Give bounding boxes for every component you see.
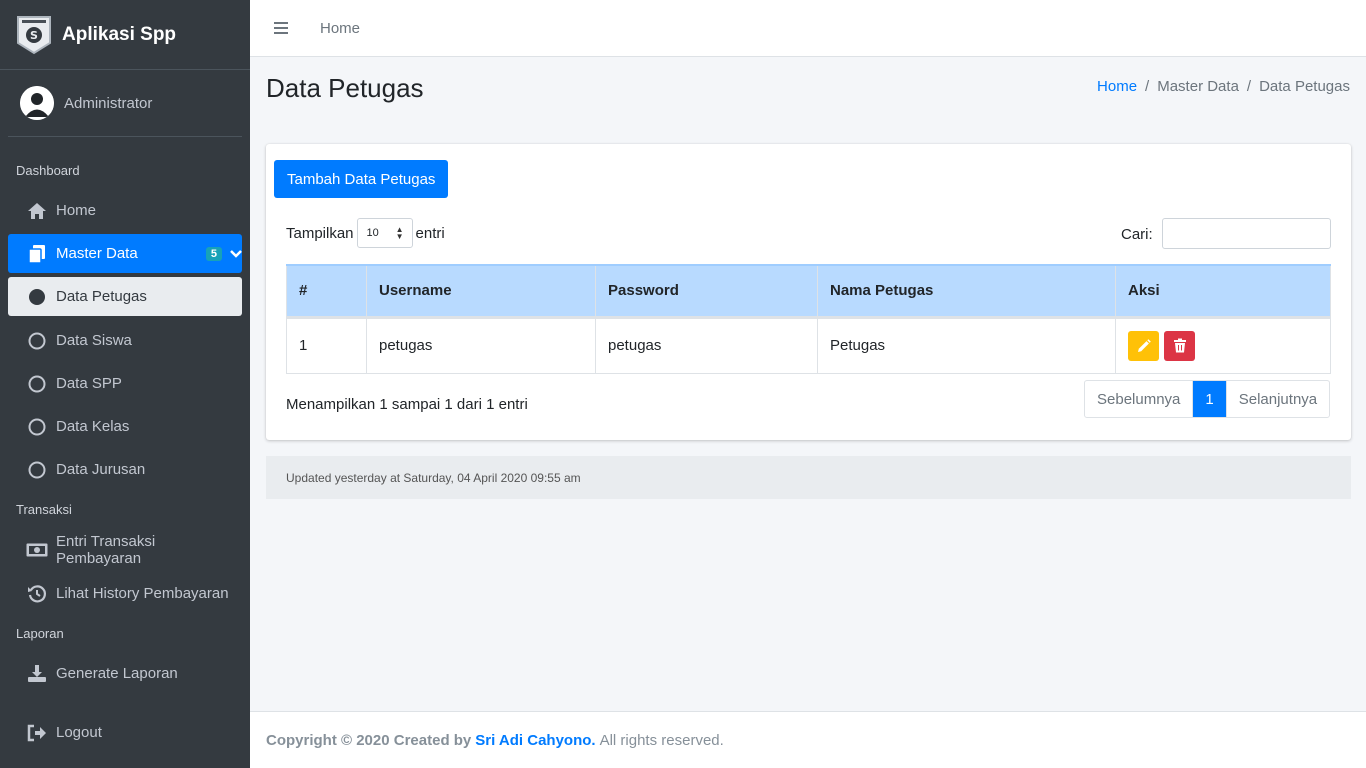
brand[interactable]: S Aplikasi Spp	[0, 0, 250, 70]
shield-logo-icon: S	[16, 15, 52, 55]
column-header-number[interactable]: #	[286, 264, 367, 319]
circle-icon	[26, 374, 48, 394]
sidebar-item-label: Data Kelas	[56, 418, 130, 435]
cell-aksi	[1115, 316, 1331, 374]
sidebar-item-generate-laporan[interactable]: Generate Laporan	[8, 654, 242, 693]
breadcrumb-separator: /	[1145, 78, 1150, 95]
history-icon	[26, 584, 48, 604]
entries-select[interactable]: 10 ▲ ▼	[356, 218, 413, 248]
column-header-nama-petugas[interactable]: Nama Petugas	[817, 264, 1116, 319]
column-header-username[interactable]: Username	[366, 264, 596, 319]
sidebar-item-label: Data Petugas	[56, 288, 147, 305]
sidebar-item-data-petugas[interactable]: Data Petugas	[8, 277, 242, 316]
circle-icon	[26, 417, 48, 437]
top-navbar: Home	[250, 0, 1366, 57]
table-header-row: # Username Password Nama Petugas Aksi	[286, 264, 1331, 319]
breadcrumb-separator: /	[1246, 78, 1252, 95]
filled-circle-icon	[26, 287, 48, 307]
breadcrumb: Home / Master Data / Data Petugas	[1097, 78, 1350, 95]
page-footer: Copyright © 2020 Created by Sri Adi Cahy…	[250, 711, 1366, 768]
sidebar-item-label: Master Data	[56, 245, 138, 262]
nav-header-transaksi: Transaksi	[16, 502, 72, 517]
sidebar-item-label: Data SPP	[56, 375, 122, 392]
footer-author-link[interactable]: Sri Adi Cahyono.	[475, 732, 595, 749]
sidebar-item-lihat-history[interactable]: Lihat History Pembayaran	[8, 574, 242, 613]
pagination-next-button[interactable]: Selanjutnya	[1225, 381, 1329, 417]
cell-nama-petugas: Petugas	[817, 316, 1116, 374]
circle-icon	[26, 331, 48, 351]
entries-select-value: 10	[366, 227, 379, 239]
user-name: Administrator	[64, 94, 153, 112]
sidebar-item-label: Home	[56, 202, 97, 219]
sidebar-item-label: Generate Laporan	[56, 665, 178, 682]
cell-number: 1	[286, 316, 367, 374]
pagination-prev-button[interactable]: Sebelumnya	[1085, 381, 1194, 417]
updated-note: Updated yesterday at Saturday, 04 April …	[266, 456, 1351, 499]
breadcrumb-master-data: Master Data	[1157, 78, 1239, 95]
footer-rights: All rights reserved.	[599, 731, 724, 749]
search-input[interactable]	[1162, 218, 1331, 249]
column-header-password[interactable]: Password	[595, 264, 818, 319]
sidebar-item-data-jurusan[interactable]: Data Jurusan	[8, 450, 242, 489]
user-panel[interactable]: Administrator	[8, 70, 242, 137]
pagination-page-button[interactable]: 1	[1193, 381, 1226, 417]
home-icon	[26, 201, 48, 221]
breadcrumb-home[interactable]: Home	[1097, 78, 1137, 95]
footer-copyright: Copyright © 2020 Created by	[266, 731, 472, 749]
chevron-down-icon	[230, 246, 242, 263]
sidebar-item-label: Data Siswa	[56, 332, 132, 349]
add-petugas-button[interactable]: Tambah Data Petugas	[274, 160, 449, 198]
entries-length-control: Tampilkan 10 ▲ ▼ entri	[286, 218, 445, 248]
sidebar-item-master-data[interactable]: Master Data 5	[8, 234, 242, 273]
money-bill-icon	[26, 540, 48, 560]
sidebar-item-label: Lihat History Pembayaran	[56, 585, 229, 602]
user-avatar-icon	[20, 86, 54, 120]
copy-icon	[26, 244, 48, 264]
nav-header-laporan: Laporan	[16, 626, 64, 641]
sidebar-item-data-siswa[interactable]: Data Siswa	[8, 321, 242, 360]
sidebar-item-entri-transaksi[interactable]: Entri Transaksi Pembayaran	[8, 530, 242, 569]
petugas-table: # Username Password Nama Petugas Aksi 1 …	[286, 264, 1331, 374]
delete-button[interactable]	[1164, 330, 1196, 361]
menu-toggle-icon[interactable]	[274, 22, 288, 34]
table-row: 1 petugas petugas Petugas	[286, 316, 1331, 374]
page-title: Data Petugas	[266, 73, 424, 103]
pagination: Sebelumnya 1 Selanjutnya	[1084, 380, 1331, 418]
sidebar: S Aplikasi Spp Administrator Dashboard H…	[0, 0, 250, 768]
download-icon	[26, 664, 48, 684]
sidebar-item-data-kelas[interactable]: Data Kelas	[8, 407, 242, 446]
sidebar-item-label: Entri Transaksi Pembayaran	[56, 532, 156, 567]
brand-title: Aplikasi Spp	[62, 23, 177, 45]
data-card: Tambah Data Petugas Tampilkan 10 ▲ ▼ entr…	[266, 144, 1351, 440]
cell-password: petugas	[595, 316, 818, 374]
sidebar-item-label: Logout	[56, 724, 102, 741]
sidebar-item-data-spp[interactable]: Data SPP	[8, 364, 242, 403]
entries-prefix-label: Tampilkan	[286, 224, 354, 242]
pencil-icon	[1137, 338, 1151, 352]
sign-out-icon	[26, 723, 48, 743]
column-header-aksi[interactable]: Aksi	[1115, 264, 1331, 319]
entries-suffix-label: entri	[415, 224, 445, 242]
select-arrows-icon: ▲ ▼	[395, 225, 404, 241]
svg-text:S: S	[30, 29, 38, 42]
nav-header-dashboard: Dashboard	[16, 163, 80, 178]
search-label: Cari:	[1121, 226, 1153, 243]
sidebar-item-home[interactable]: Home	[8, 191, 242, 230]
circle-icon	[26, 460, 48, 480]
breadcrumb-current: Data Petugas	[1259, 78, 1350, 95]
table-info: Menampilkan 1 sampai 1 dari 1 entri	[286, 396, 528, 413]
master-data-badge: 5	[205, 246, 222, 261]
sidebar-item-label: Data Jurusan	[56, 461, 146, 478]
edit-button[interactable]	[1128, 330, 1159, 361]
trash-icon	[1173, 338, 1186, 353]
cell-username: petugas	[366, 316, 596, 374]
sidebar-item-logout[interactable]: Logout	[8, 713, 242, 752]
top-home-link[interactable]: Home	[320, 20, 360, 37]
